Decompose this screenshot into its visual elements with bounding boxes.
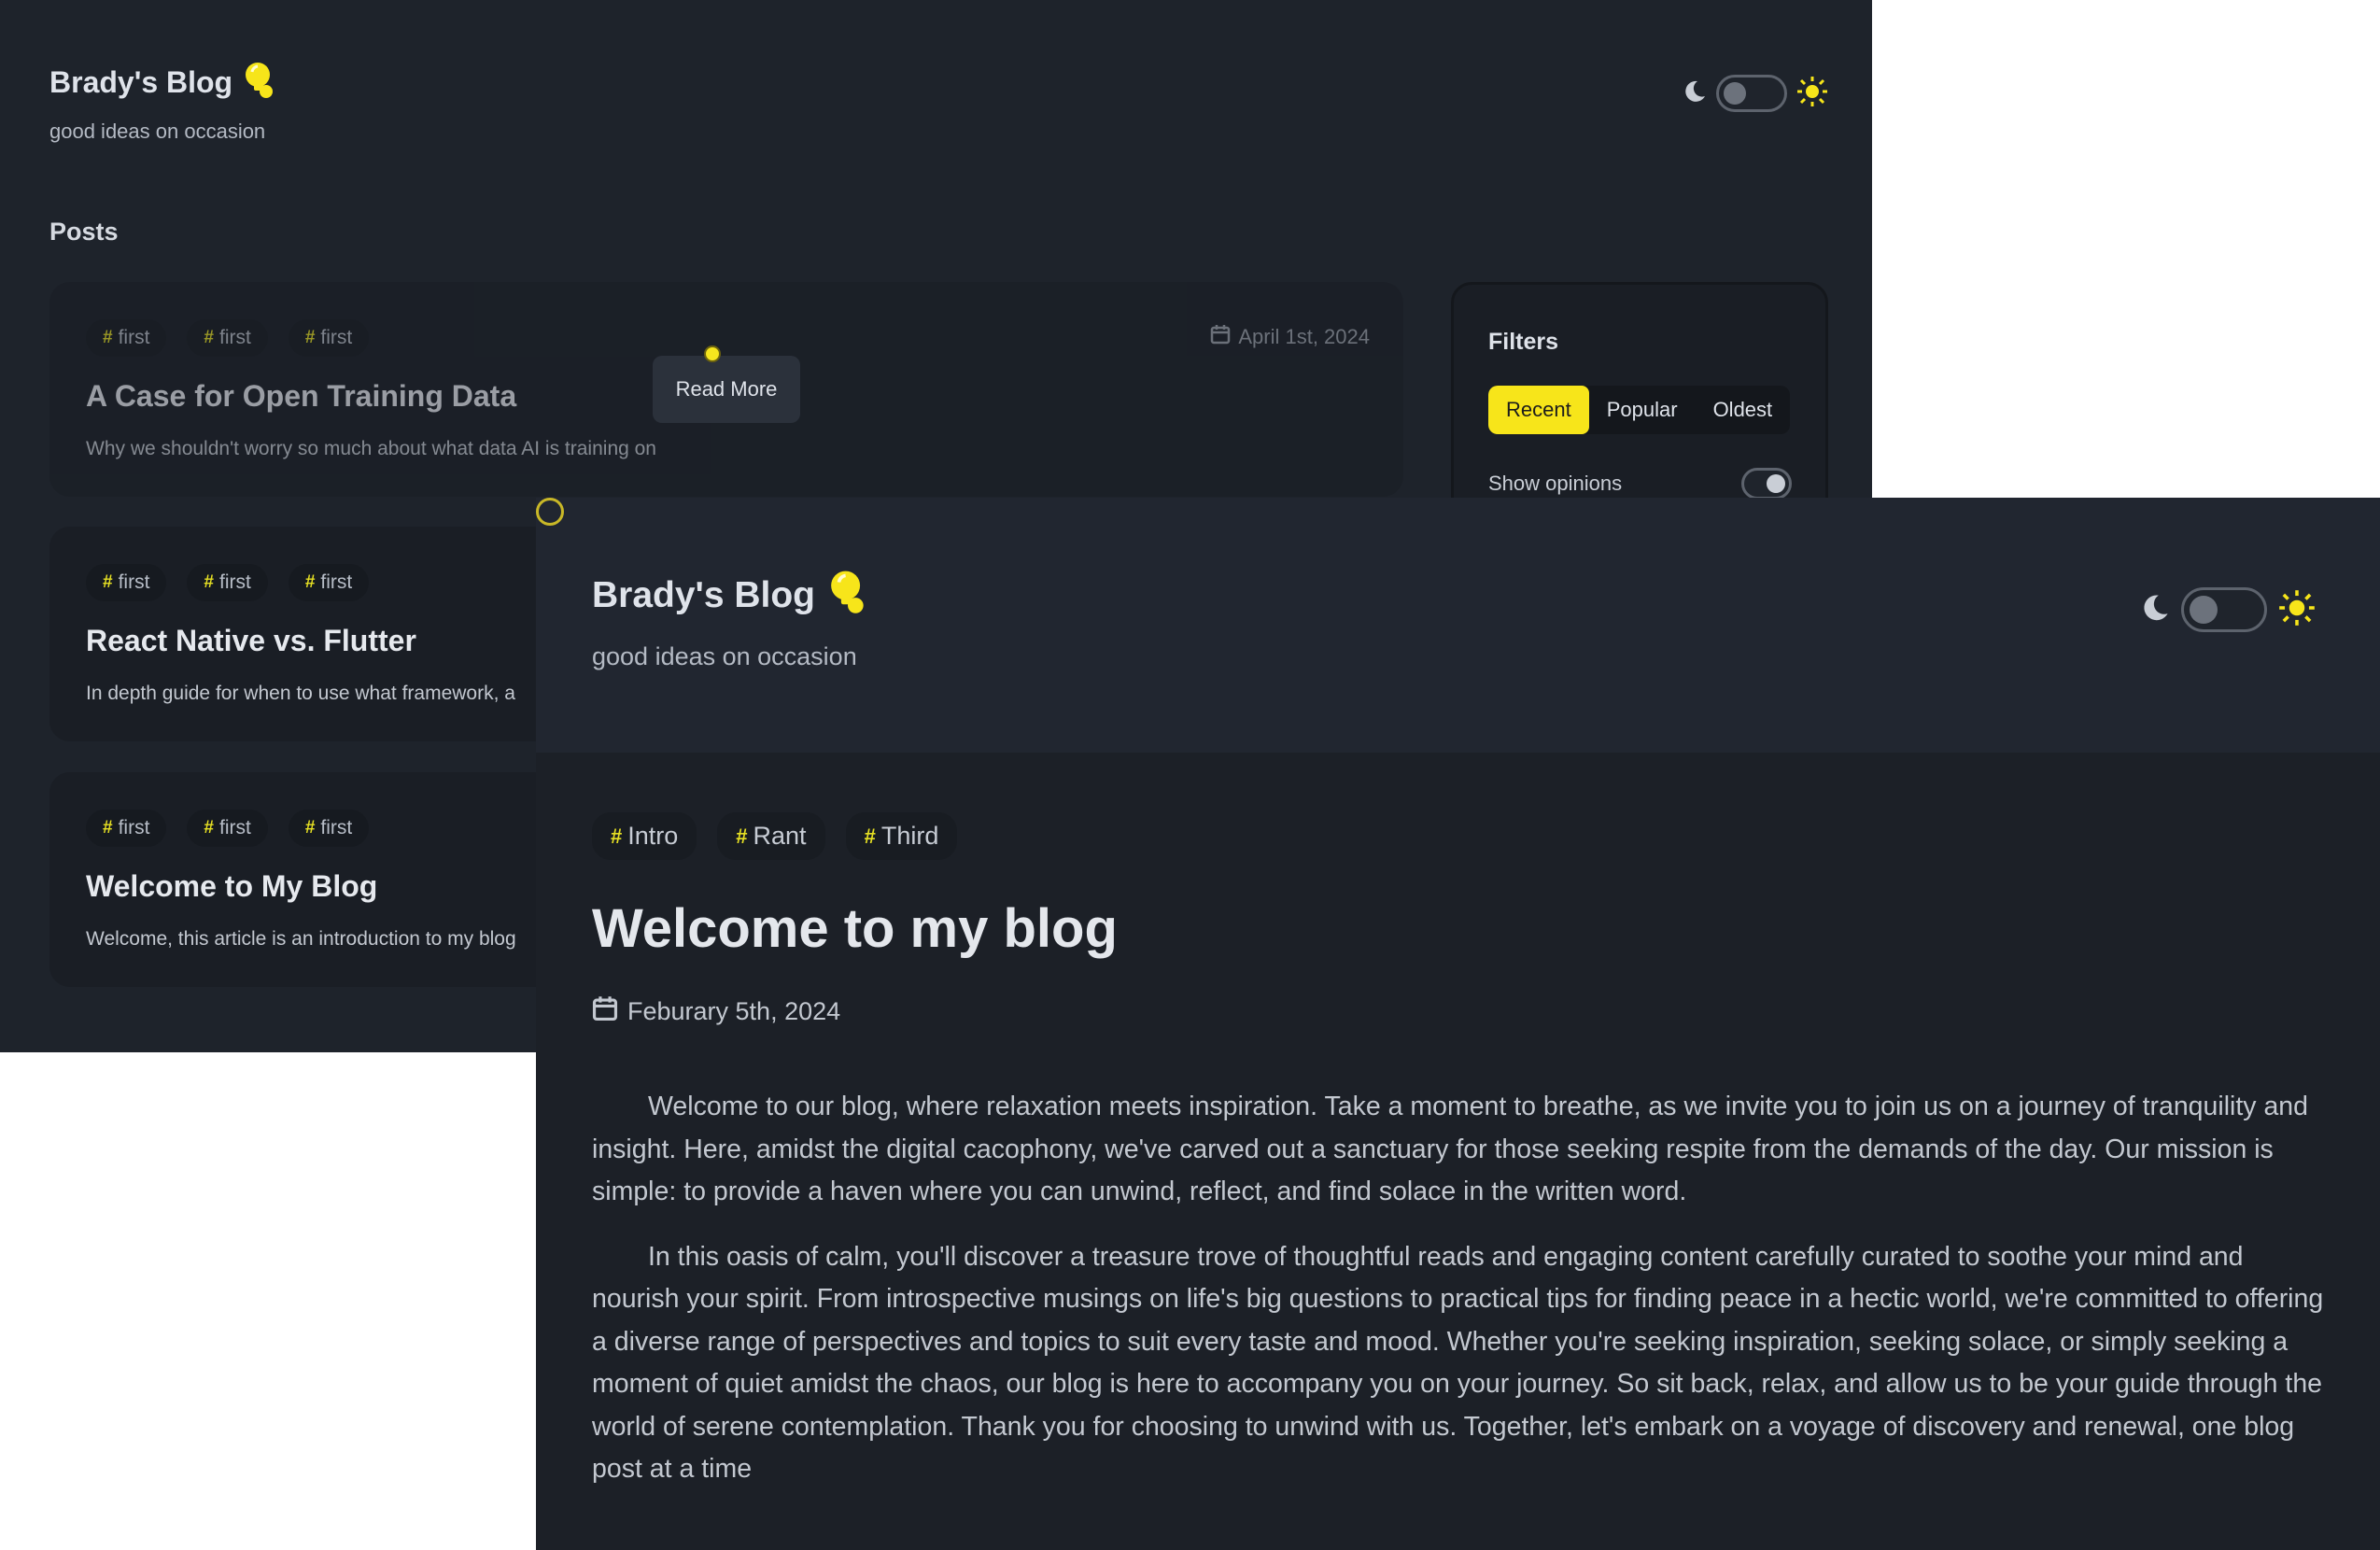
tag[interactable]: # first — [86, 319, 167, 357]
hash-icon: # — [304, 328, 316, 347]
post-date: Feburary 5th, 2024 — [592, 995, 840, 1028]
tag-rant[interactable]: # Rant — [717, 812, 825, 860]
theme-switch[interactable] — [2181, 587, 2267, 632]
post-title[interactable]: A Case for Open Training Data — [86, 379, 516, 414]
moon-icon — [2138, 592, 2170, 628]
post-title[interactable]: Welcome to My Blog — [86, 869, 377, 904]
filter-recent-button[interactable]: Recent — [1488, 386, 1589, 434]
tag[interactable]: # first — [187, 319, 268, 357]
post-tag-list: # Intro # Rant # Third — [592, 812, 958, 860]
tag[interactable]: # first — [288, 319, 370, 357]
post-description: Why we shouldn't worry so much about wha… — [86, 438, 656, 459]
post-title[interactable]: React Native vs. Flutter — [86, 624, 416, 658]
post-title: Welcome to my blog — [592, 898, 1118, 959]
hash-icon: # — [736, 824, 748, 848]
post-description: In depth guide for when to use what fram… — [86, 683, 515, 704]
site-subtitle: good ideas on occasion — [49, 120, 266, 143]
cursor-ring — [536, 498, 564, 526]
tag-list: # first # first # first — [86, 564, 370, 601]
hash-icon: # — [304, 572, 316, 592]
filter-popular-button[interactable]: Popular — [1589, 386, 1696, 434]
tag-third[interactable]: # Third — [845, 812, 958, 860]
sun-icon — [2278, 589, 2316, 631]
tag[interactable]: # first — [187, 564, 268, 601]
hash-icon: # — [611, 824, 623, 848]
lightbulb-icon — [243, 60, 276, 104]
lightbulb-icon — [827, 568, 868, 619]
site-subtitle: good ideas on occasion — [592, 642, 857, 670]
hash-icon: # — [103, 818, 113, 838]
tag[interactable]: # first — [288, 564, 370, 601]
moon-icon — [1681, 78, 1707, 109]
tag[interactable]: # first — [288, 810, 370, 847]
read-more-button[interactable]: Read More — [653, 356, 800, 423]
theme-switch[interactable] — [1716, 75, 1787, 112]
sun-icon — [1796, 76, 1828, 112]
filter-oldest-button[interactable]: Oldest — [1696, 386, 1791, 434]
site-title[interactable]: Brady's Blog — [592, 575, 815, 616]
theme-toggle[interactable] — [1681, 75, 1828, 112]
post-date: April 1st, 2024 — [1210, 324, 1370, 350]
tag[interactable]: # first — [86, 810, 167, 847]
tag-intro[interactable]: # Intro — [592, 812, 697, 860]
theme-toggle[interactable] — [2138, 587, 2316, 632]
tag[interactable]: # first — [187, 810, 268, 847]
hash-icon: # — [103, 572, 113, 592]
post-body: Welcome to our blog, where relaxation me… — [592, 1086, 2329, 1514]
tag-list: # first # first # first — [86, 810, 370, 847]
site-header: Brady's Blog good ideas on occasion — [536, 498, 2380, 753]
calendar-icon — [1210, 324, 1231, 350]
site-title[interactable]: Brady's Blog — [49, 65, 232, 100]
calendar-icon — [592, 995, 618, 1028]
sort-segmented-control: Recent Popular Oldest — [1488, 386, 1791, 434]
tag[interactable]: # first — [86, 564, 167, 601]
hash-icon: # — [304, 818, 316, 838]
hash-icon: # — [103, 328, 113, 347]
post-description: Welcome, this article is an introduction… — [86, 928, 516, 950]
post-detail-window: Brady's Blog good ideas on occasion # Int… — [536, 498, 2380, 1550]
filters-title: Filters — [1488, 329, 1559, 355]
hash-icon: # — [204, 572, 214, 592]
hash-icon: # — [204, 328, 214, 347]
post-paragraph: In this oasis of calm, you'll discover a… — [592, 1241, 2324, 1485]
post-paragraph: Welcome to our blog, where relaxation me… — [592, 1092, 2309, 1206]
show-opinions-label: Show opinions — [1488, 472, 1623, 495]
cursor-indicator — [704, 345, 721, 362]
hash-icon: # — [204, 818, 214, 838]
show-opinions-toggle[interactable] — [1741, 468, 1792, 500]
posts-heading: Posts — [49, 218, 119, 246]
tag-list: # first # first # first — [86, 319, 370, 357]
hash-icon: # — [864, 824, 876, 848]
